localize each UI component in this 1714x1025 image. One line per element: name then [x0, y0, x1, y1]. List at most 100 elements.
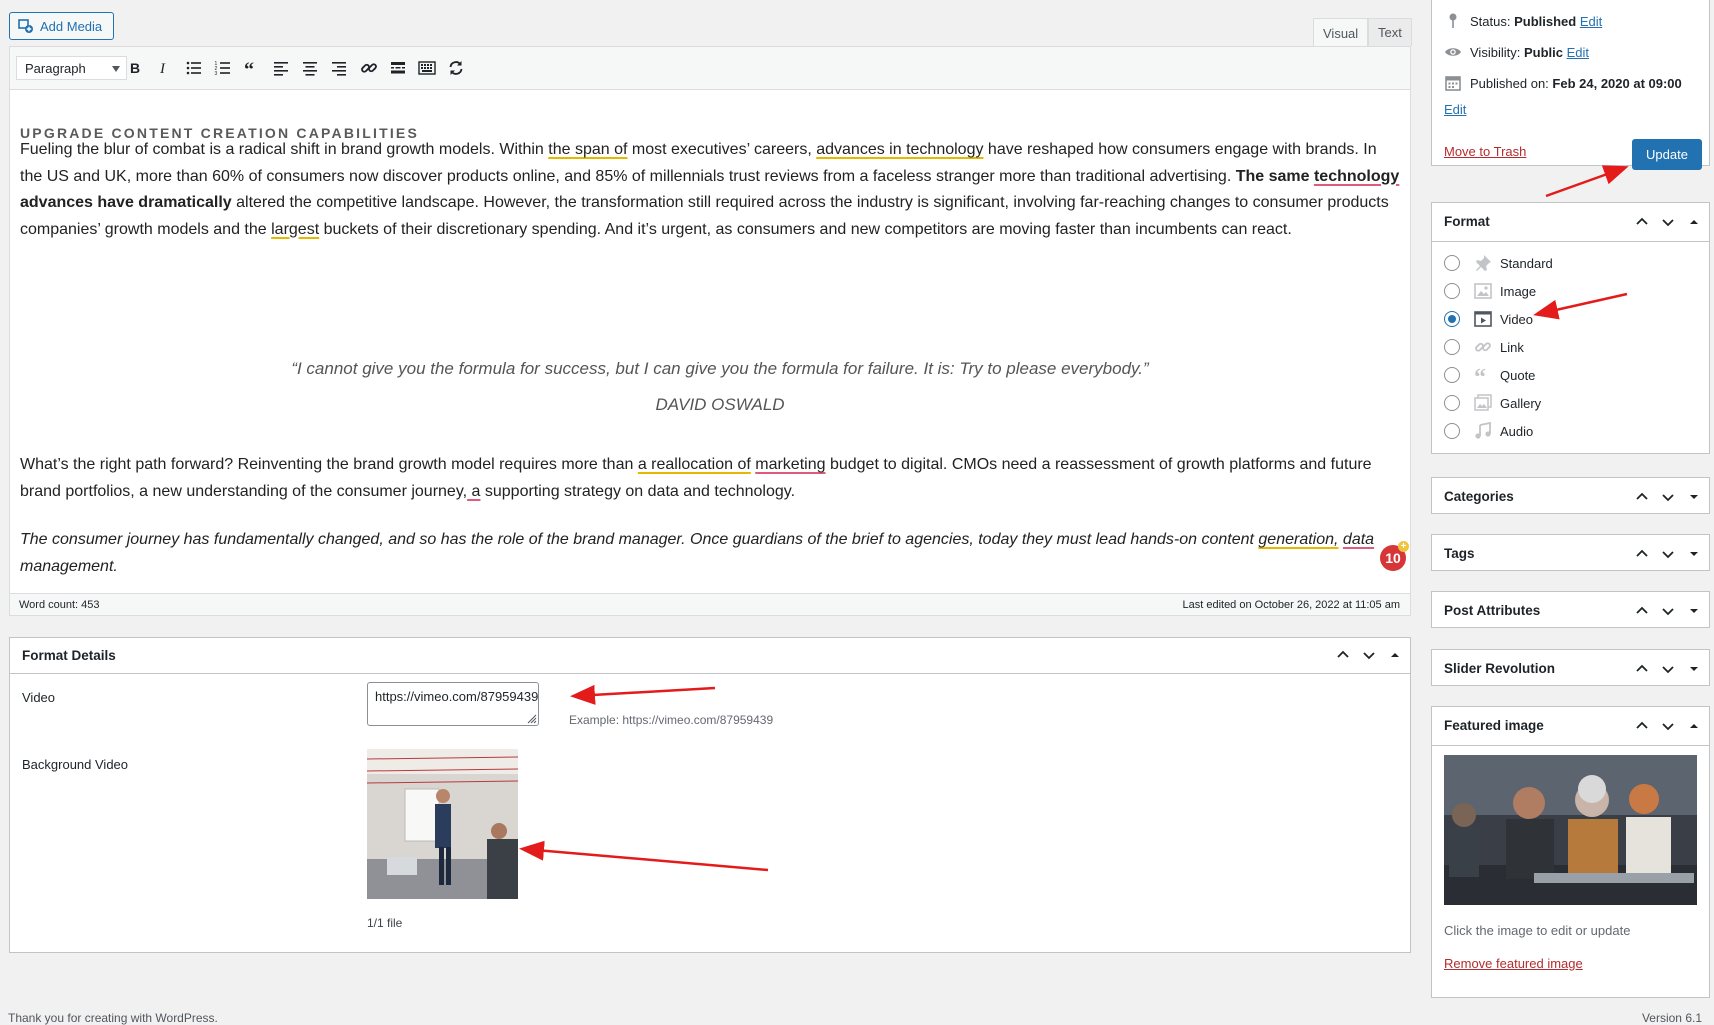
format-option-image[interactable]: Image [1444, 282, 1536, 300]
align-center-button[interactable] [298, 57, 322, 79]
tab-text[interactable]: Text [1368, 18, 1412, 46]
grammar-suggestion[interactable]: a reallocation of [638, 456, 751, 473]
grammar-badge[interactable]: 10 + [1380, 541, 1409, 571]
grammar-suggestion[interactable]: advances in technology [816, 141, 983, 158]
status-value: Published [1514, 13, 1577, 29]
align-left-icon [274, 62, 288, 76]
pin-icon [1449, 13, 1457, 28]
editor-panel: Paragraph B I 123 “ UPGRADE CONTENT CREA… [9, 46, 1411, 615]
svg-text:B: B [130, 60, 140, 76]
grammar-suggestion[interactable]: the span of [548, 141, 627, 158]
move-down-icon[interactable] [1360, 646, 1378, 664]
edit-status-link[interactable]: Edit [1580, 14, 1602, 29]
bulleted-list-button[interactable] [182, 57, 206, 79]
format-option-gallery[interactable]: Gallery [1444, 394, 1541, 412]
published-label: Published on: [1470, 75, 1549, 91]
move-up-icon[interactable] [1633, 545, 1651, 563]
move-up-icon[interactable] [1633, 717, 1651, 735]
expand-icon[interactable] [1685, 602, 1703, 620]
file-count: 1/1 file [367, 916, 403, 930]
video-url-input[interactable]: https://vimeo.com/87959439 [367, 682, 539, 726]
move-down-icon[interactable] [1659, 602, 1677, 620]
format-option-video[interactable]: Video [1444, 310, 1533, 328]
featured-image-thumbnail[interactable] [1444, 755, 1697, 905]
numbered-list-button[interactable]: 123 [211, 57, 235, 79]
move-down-icon[interactable] [1659, 660, 1677, 678]
radio-audio[interactable] [1444, 423, 1460, 439]
tab-visual[interactable]: Visual [1313, 18, 1369, 47]
video-url-value: https://vimeo.com/87959439 [375, 689, 539, 704]
bold-button[interactable]: B [123, 57, 147, 79]
radio-gallery[interactable] [1444, 395, 1460, 411]
move-up-icon[interactable] [1633, 602, 1651, 620]
move-down-icon[interactable] [1659, 213, 1677, 231]
update-button[interactable]: Update [1632, 139, 1702, 170]
move-down-icon[interactable] [1659, 717, 1677, 735]
move-up-icon[interactable] [1633, 660, 1651, 678]
expand-icon[interactable] [1685, 660, 1703, 678]
svg-text:3: 3 [215, 71, 218, 77]
resize-grip-icon[interactable] [527, 714, 537, 724]
move-to-trash-link[interactable]: Move to Trash [1444, 144, 1526, 159]
expand-icon[interactable] [1685, 545, 1703, 563]
move-up-icon[interactable] [1633, 213, 1651, 231]
text-run: What’s the right path forward? Reinventi… [20, 456, 638, 473]
edit-visibility-link[interactable]: Edit [1567, 45, 1589, 60]
blockquote-button[interactable]: “ [240, 57, 264, 79]
refresh-icon [449, 61, 463, 75]
format-details-header[interactable]: Format Details [10, 638, 1410, 674]
format-box-header[interactable]: Format [1432, 203, 1709, 242]
collapse-icon[interactable] [1685, 213, 1703, 231]
edit-date-link[interactable]: Edit [1444, 102, 1466, 117]
align-center-icon [303, 62, 317, 76]
move-down-icon[interactable] [1659, 488, 1677, 506]
read-more-button[interactable] [386, 57, 410, 79]
background-video-thumbnail[interactable] [367, 749, 518, 899]
editor-status-bar: Word count: 453 Last edited on October 2… [9, 593, 1411, 616]
radio-quote[interactable] [1444, 367, 1460, 383]
remove-featured-image-link[interactable]: Remove featured image [1444, 956, 1583, 971]
grammar-suggestion[interactable]: largest [271, 221, 319, 238]
format-option-link[interactable]: Link [1444, 338, 1524, 356]
spelling-suggestion[interactable]: a [467, 483, 481, 500]
format-option-standard[interactable]: Standard [1444, 254, 1553, 272]
spelling-suggestion[interactable]: marketing [755, 456, 825, 473]
spelling-suggestion[interactable]: data [1343, 531, 1374, 548]
tags-box[interactable]: Tags [1431, 534, 1710, 571]
radio-link[interactable] [1444, 339, 1460, 355]
link-button[interactable] [357, 57, 381, 79]
add-media-button[interactable]: Add Media [9, 12, 114, 40]
italic-button[interactable]: I [152, 57, 176, 79]
spelling-suggestion[interactable]: technology [1314, 168, 1399, 185]
radio-standard[interactable] [1444, 255, 1460, 271]
move-up-icon[interactable] [1633, 488, 1651, 506]
grammar-suggestion[interactable]: generation, [1258, 531, 1338, 548]
move-up-icon[interactable] [1334, 646, 1352, 664]
categories-box[interactable]: Categories [1431, 477, 1710, 514]
format-option-audio[interactable]: Audio [1444, 422, 1533, 440]
tags-box-header[interactable]: Tags [1432, 535, 1709, 573]
format-option-quote[interactable]: “ Quote [1444, 366, 1535, 384]
slider-revolution-box-header[interactable]: Slider Revolution [1432, 650, 1709, 688]
status-label: Status: [1470, 13, 1511, 29]
featured-image-box-header[interactable]: Featured image [1432, 707, 1709, 746]
radio-video[interactable] [1444, 311, 1460, 327]
align-right-button[interactable] [327, 57, 351, 79]
toolbar-toggle-icon [418, 61, 436, 75]
post-attributes-box-header[interactable]: Post Attributes [1432, 592, 1709, 630]
collapse-icon[interactable] [1685, 717, 1703, 735]
categories-box-header[interactable]: Categories [1432, 478, 1709, 516]
align-left-button[interactable] [269, 57, 293, 79]
slider-revolution-box[interactable]: Slider Revolution [1431, 649, 1710, 686]
refresh-button[interactable] [444, 57, 468, 79]
expand-icon[interactable] [1685, 488, 1703, 506]
paragraph-format-select[interactable]: Paragraph [16, 56, 127, 80]
blockquote-text: “I cannot give you the formula for succe… [291, 359, 1149, 378]
radio-image[interactable] [1444, 283, 1460, 299]
grammar-badge-count: 10 [1385, 550, 1401, 566]
paragraph-2: What’s the right path forward? Reinventi… [20, 452, 1400, 505]
post-attributes-box[interactable]: Post Attributes [1431, 591, 1710, 628]
move-down-icon[interactable] [1659, 545, 1677, 563]
toolbar-toggle-button[interactable] [415, 57, 439, 79]
collapse-icon[interactable] [1386, 646, 1404, 664]
